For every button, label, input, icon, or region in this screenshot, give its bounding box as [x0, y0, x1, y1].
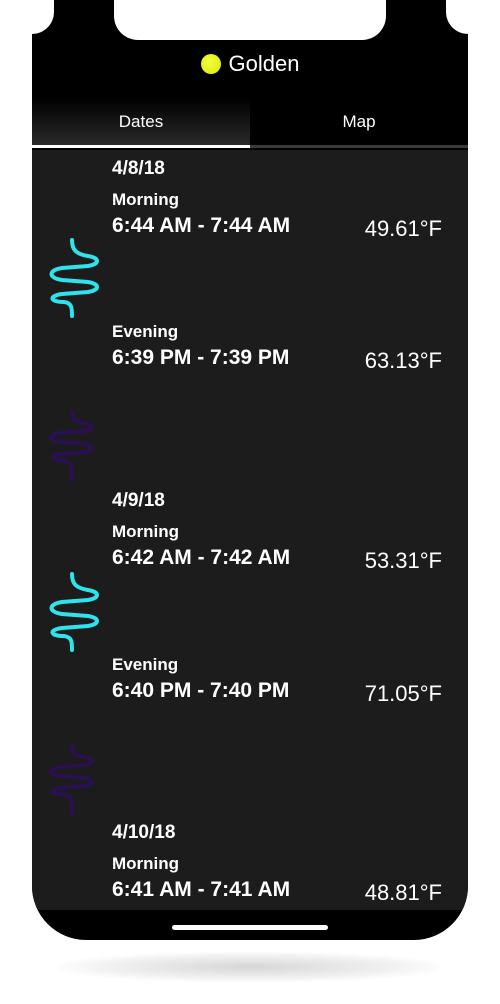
temperature: 48.81°F — [364, 880, 442, 905]
tab-dates[interactable]: Dates — [32, 98, 250, 148]
time-row: 6:41 AM - 7:41 AM 48.81°F — [112, 878, 442, 908]
home-indicator[interactable] — [172, 925, 328, 930]
temperature: 63.13°F — [364, 348, 442, 373]
corner-left — [32, 0, 54, 34]
temperature: 53.31°F — [364, 548, 442, 573]
time-range: 6:39 PM - 7:39 PM — [112, 346, 290, 369]
time-range: 6:44 AM - 7:44 AM — [112, 214, 291, 237]
location-title: Golden — [228, 51, 300, 76]
evening-squiggle — [49, 744, 94, 816]
period-label: Morning — [112, 522, 180, 541]
temperature: 71.05°F — [364, 681, 442, 706]
date-label: 4/9/18 — [112, 490, 165, 511]
header: Golden — [32, 44, 468, 84]
time-range: 6:42 AM - 7:42 AM — [112, 546, 291, 569]
notch — [114, 0, 386, 40]
corner-right — [446, 0, 468, 34]
tab-bar: Dates Map — [32, 98, 468, 148]
date-label: 4/8/18 — [112, 158, 165, 179]
period-label: Evening — [112, 322, 179, 341]
time-range: 6:41 AM - 7:41 AM — [112, 878, 291, 901]
tab-map[interactable]: Map — [250, 98, 468, 148]
evening-squiggle — [49, 410, 94, 482]
sun-icon — [200, 54, 221, 74]
date-label: 4/10/18 — [112, 822, 176, 843]
day-entry[interactable]: 4/9/18 Morning 6:42 AM - 7:42 AM 53.31°F — [112, 490, 442, 576]
period-label: Morning — [112, 190, 180, 209]
timeline-track — [49, 150, 99, 910]
phone-frame: Golden Dates Map 4/8/18 Morning 6:44 AM … — [32, 0, 468, 940]
morning-squiggle — [49, 572, 99, 652]
time-row: 6:40 PM - 7:40 PM 71.05°F — [112, 679, 442, 709]
morning-squiggle — [49, 238, 99, 318]
evening-entry[interactable]: Evening 6:39 PM - 7:39 PM 63.13°F — [112, 322, 442, 376]
evening-entry[interactable]: Evening 6:40 PM - 7:40 PM 71.05°F — [112, 655, 442, 709]
period-label: Morning — [112, 854, 180, 873]
time-row: 6:44 AM - 7:44 AM 49.61°F — [112, 214, 442, 244]
dates-list[interactable]: 4/8/18 Morning 6:44 AM - 7:44 AM 49.61°F… — [32, 150, 468, 910]
time-range: 6:40 PM - 7:40 PM — [112, 679, 290, 702]
day-entry[interactable]: 4/8/18 Morning 6:44 AM - 7:44 AM 49.61°F — [112, 158, 442, 244]
time-row: 6:42 AM - 7:42 AM 53.31°F — [112, 546, 442, 576]
time-row: 6:39 PM - 7:39 PM 63.13°F — [112, 346, 442, 376]
period-label: Evening — [112, 655, 179, 674]
phone-shadow — [60, 952, 440, 982]
day-entry[interactable]: 4/10/18 Morning 6:41 AM - 7:41 AM 48.81°… — [112, 822, 442, 908]
temperature: 49.61°F — [364, 216, 442, 241]
